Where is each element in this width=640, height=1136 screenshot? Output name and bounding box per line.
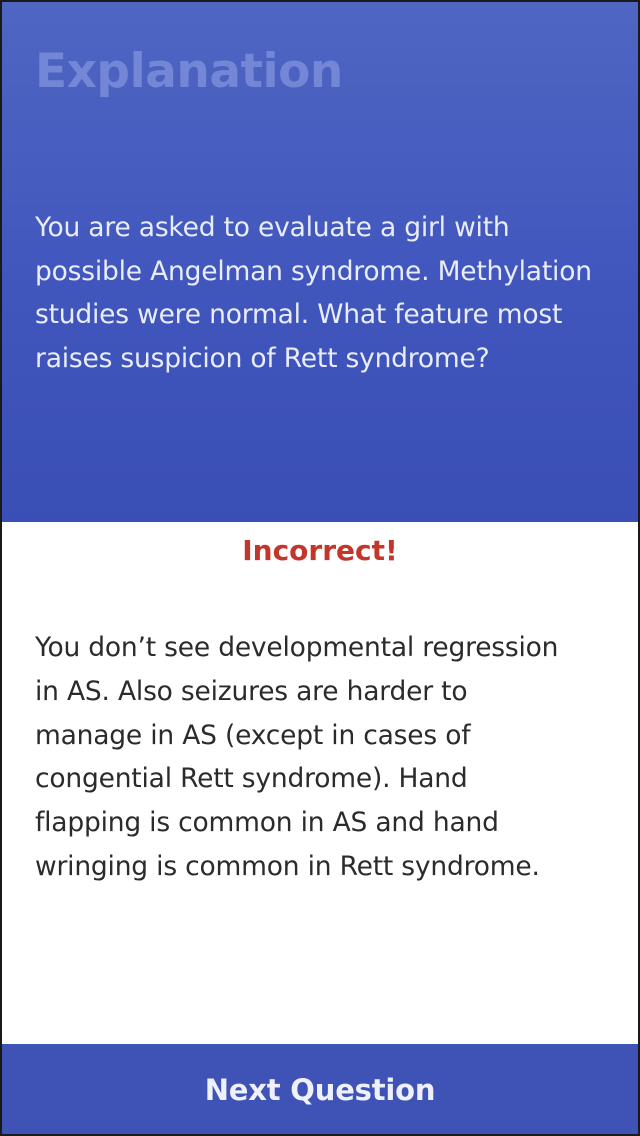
result-status: Incorrect! bbox=[242, 534, 398, 567]
next-question-label: Next Question bbox=[204, 1073, 436, 1107]
result-panel: Incorrect! You don’t see developmental r… bbox=[2, 522, 638, 1044]
question-text: You are asked to evaluate a girl with po… bbox=[35, 212, 592, 374]
explanation-text: You don’t see developmental regression i… bbox=[35, 632, 559, 882]
page-title: Explanation bbox=[35, 44, 343, 99]
question-header: Explanation You are asked to evaluate a … bbox=[2, 2, 638, 522]
next-question-button[interactable]: Next Question bbox=[2, 1044, 638, 1134]
explanation-screen: Explanation You are asked to evaluate a … bbox=[0, 0, 640, 1136]
